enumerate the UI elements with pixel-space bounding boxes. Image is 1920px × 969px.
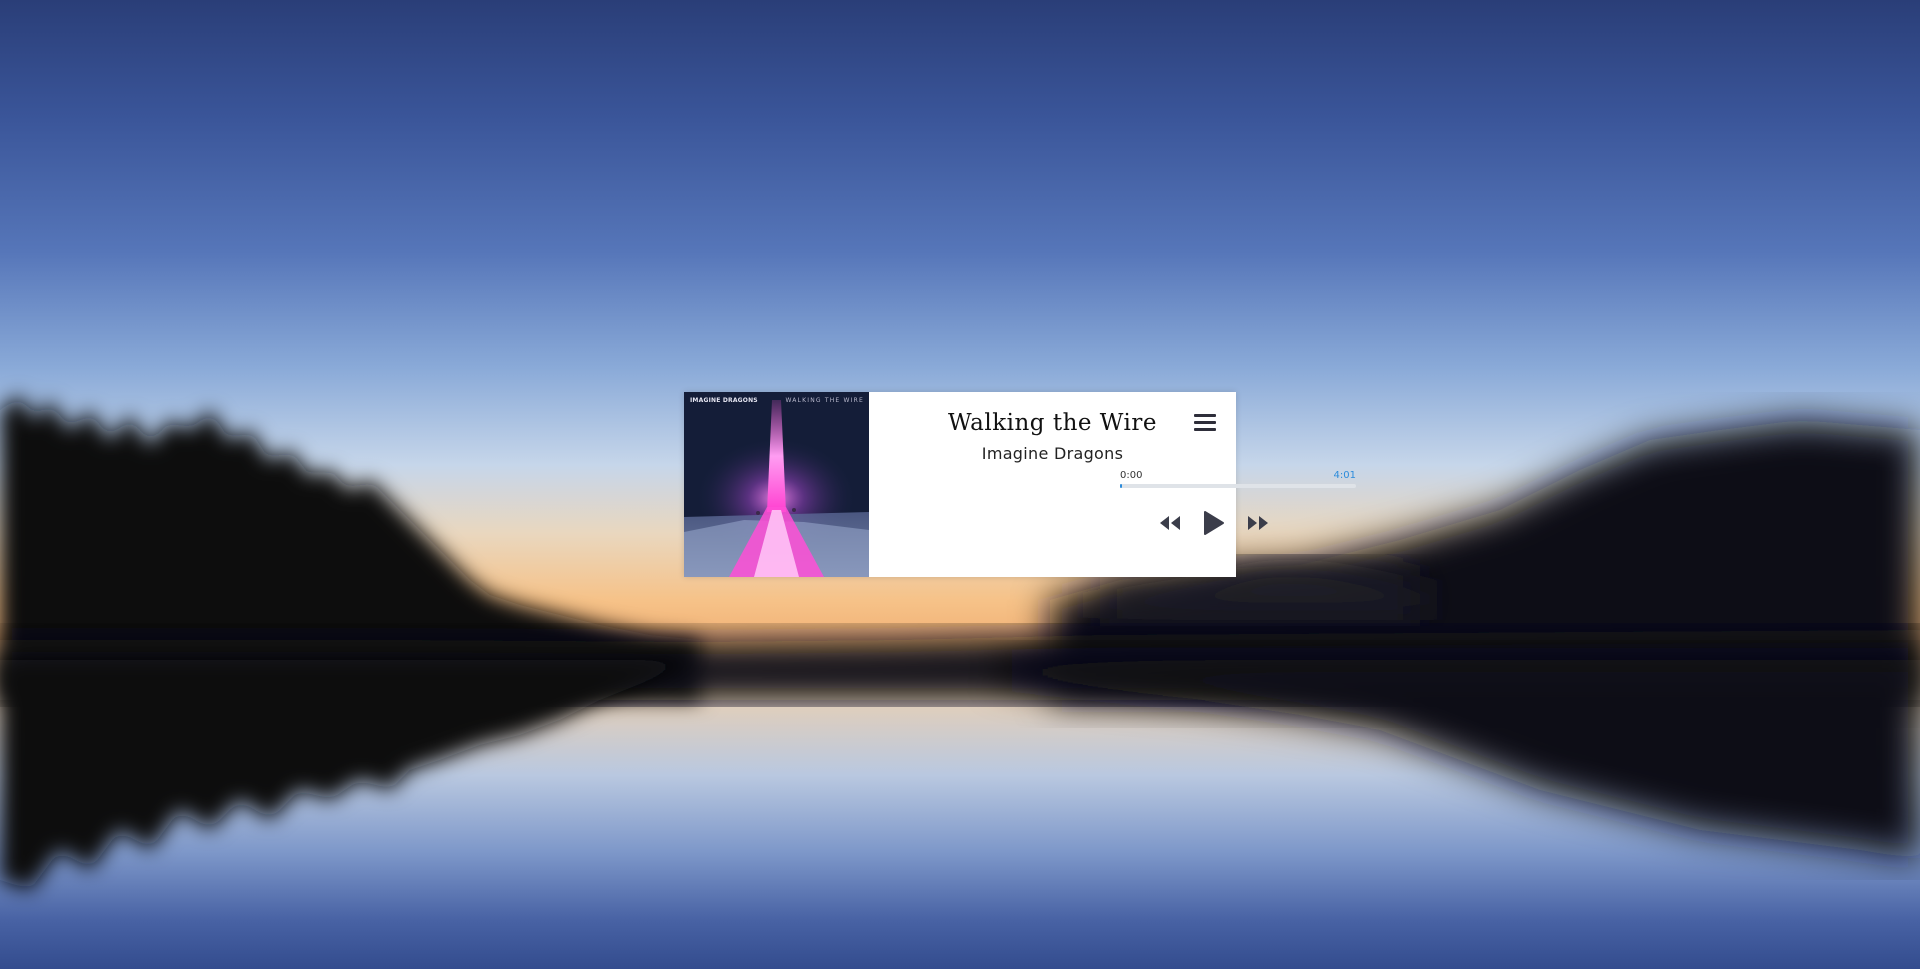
track-title: Walking the Wire	[947, 410, 1158, 436]
track-info-panel: Walking the Wire Imagine Dragons 0:00 4:…	[869, 392, 1356, 577]
track-artist: Imagine Dragons	[981, 444, 1124, 463]
cover-album-text: WALKING THE WIRE	[785, 397, 864, 404]
progress-fill	[1120, 484, 1122, 488]
fast-forward-icon[interactable]	[1247, 515, 1269, 531]
music-player-card: IMAGINE DRAGONS WALKING THE WIRE Walking…	[684, 392, 1356, 577]
album-art-image	[684, 392, 869, 577]
rewind-icon[interactable]	[1159, 515, 1181, 531]
play-icon[interactable]	[1203, 510, 1225, 536]
album-cover: IMAGINE DRAGONS WALKING THE WIRE	[684, 392, 869, 577]
cover-band-text: IMAGINE DRAGONS	[690, 397, 758, 404]
progress-bar[interactable]	[1120, 484, 1356, 488]
current-time: 0:00	[1120, 470, 1143, 481]
time-row: 0:00 4:01	[1120, 470, 1356, 482]
playback-controls	[1054, 509, 1373, 537]
total-time: 4:01	[1333, 470, 1356, 481]
